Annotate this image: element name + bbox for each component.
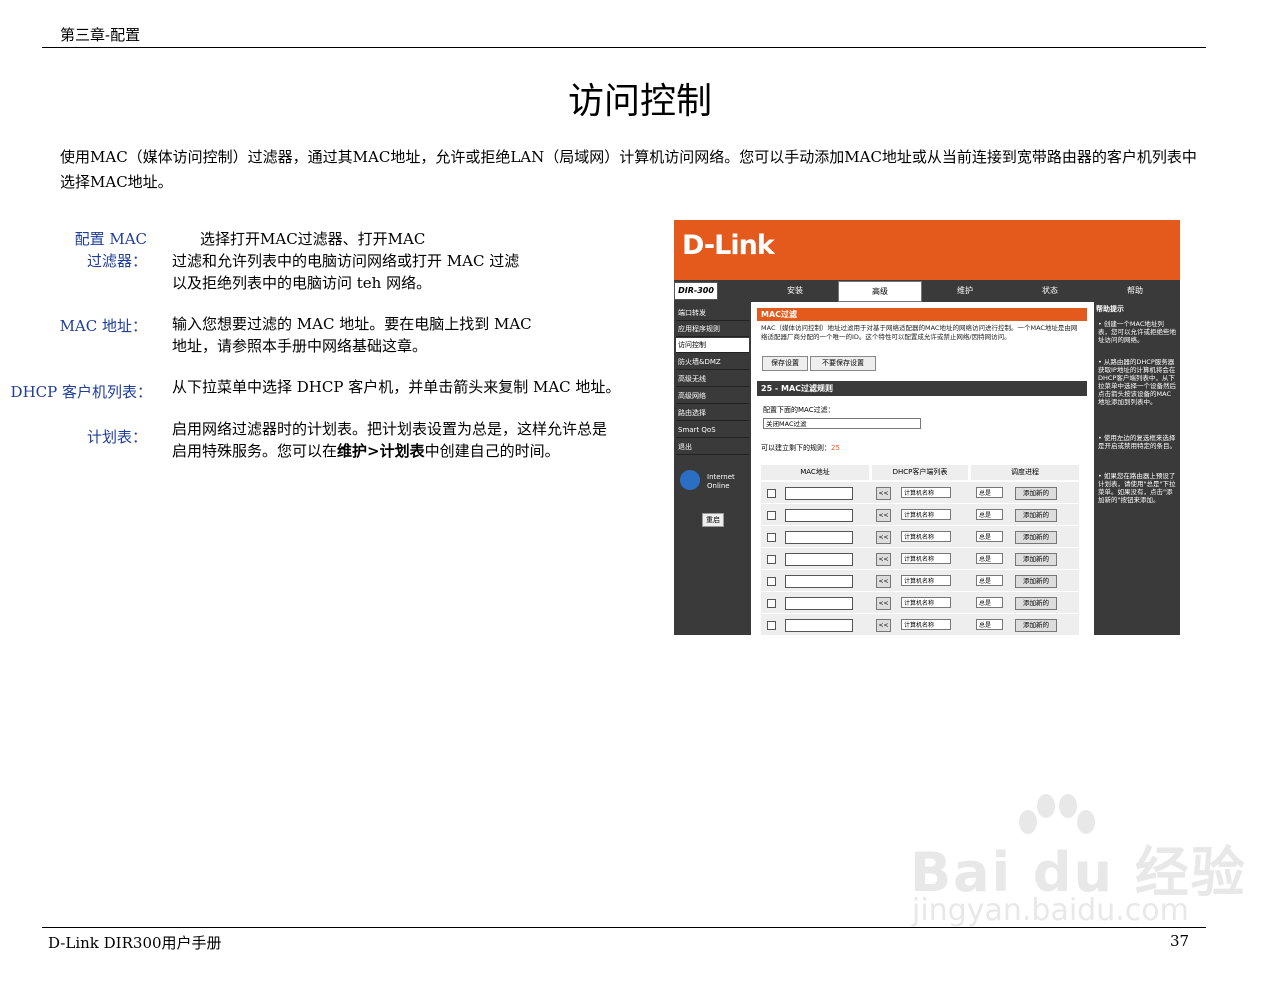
- rule-enable-checkbox[interactable]: [767, 555, 776, 564]
- mac-address-input[interactable]: [785, 575, 853, 588]
- add-new-schedule-button[interactable]: 添加新的: [1015, 487, 1057, 500]
- remaining-rules: 可以建立剩下的规则：25: [761, 444, 840, 452]
- internet-online-label: Internet Online: [707, 473, 735, 490]
- copy-mac-button[interactable]: <<: [876, 597, 891, 610]
- schedule-select[interactable]: 总是: [976, 575, 1003, 586]
- copy-mac-button[interactable]: <<: [876, 487, 891, 500]
- mac-address-input[interactable]: [785, 531, 853, 544]
- dhcp-client-select[interactable]: 计算机名称: [901, 553, 951, 564]
- dlink-logo: D-Link: [682, 230, 775, 261]
- mac-address-input[interactable]: [785, 597, 853, 610]
- page-number: 37: [1170, 932, 1190, 950]
- tab-status[interactable]: 状态: [1009, 281, 1091, 300]
- dhcp-client-select[interactable]: 计算机名称: [901, 619, 951, 630]
- footer-manual-title: D-Link DIR300用户手册: [48, 934, 222, 952]
- add-new-schedule-button[interactable]: 添加新的: [1015, 531, 1057, 544]
- internet-online-icon: [680, 470, 700, 490]
- rule-enable-checkbox[interactable]: [767, 599, 776, 608]
- chapter-header: 第三章-配置: [60, 26, 141, 44]
- nav-access-control[interactable]: 访问控制: [676, 338, 749, 353]
- nav-advanced-network[interactable]: 高级网络: [676, 389, 749, 404]
- tab-help[interactable]: 帮助: [1094, 281, 1176, 300]
- desc-schedule: 启用网络过滤器时的计划表。把计划表设置为总是，这样允许总是 启用特殊服务。您可以…: [172, 420, 608, 460]
- schedule-path: 维护>计划表: [337, 442, 425, 460]
- save-settings-button[interactable]: 保存设置: [762, 356, 808, 371]
- add-new-schedule-button[interactable]: 添加新的: [1015, 509, 1057, 522]
- page-title: 访问控制: [567, 81, 712, 122]
- reboot-button[interactable]: 重启: [702, 513, 724, 527]
- rule-enable-checkbox[interactable]: [767, 489, 776, 498]
- copy-mac-button[interactable]: <<: [876, 575, 891, 588]
- term-mac-filter-line2: 过滤器：: [86, 252, 147, 270]
- nav-routing[interactable]: 路由选择: [676, 406, 749, 421]
- desc-mac-address: 输入您想要过滤的 MAC 地址。要在电脑上找到 MAC 地址，请参照本手册中网络…: [172, 315, 532, 355]
- help-panel: [1094, 302, 1180, 635]
- term-dhcp-list: DHCP 客户机列表：: [10, 383, 152, 401]
- copy-mac-button[interactable]: <<: [876, 619, 891, 632]
- nav-smart-qos[interactable]: Smart QoS: [676, 423, 749, 438]
- footer-divider: [42, 927, 1206, 928]
- copy-mac-button[interactable]: <<: [876, 509, 891, 522]
- dhcp-client-select[interactable]: 计算机名称: [901, 509, 951, 520]
- schedule-select[interactable]: 总是: [976, 619, 1003, 630]
- term-schedule: 计划表：: [86, 428, 147, 446]
- add-new-schedule-button[interactable]: 添加新的: [1015, 575, 1057, 588]
- help-title: 帮助提示: [1096, 305, 1124, 313]
- schedule-select[interactable]: 总是: [976, 509, 1003, 520]
- term-mac-filter-line1: 配置 MAC: [74, 230, 147, 248]
- mac-address-input[interactable]: [785, 509, 853, 522]
- nav-logout[interactable]: 退出: [676, 440, 749, 455]
- schedule-select[interactable]: 总是: [976, 597, 1003, 608]
- help-tip-1: • 创建一个MAC地址列表，您可以允许或拒绝些地址访问的网络。: [1098, 320, 1176, 344]
- col-schedule: 调度进程: [971, 465, 1079, 480]
- schedule-select[interactable]: 总是: [976, 553, 1003, 564]
- col-mac-address: MAC地址: [761, 465, 869, 480]
- add-new-schedule-button[interactable]: 添加新的: [1015, 619, 1057, 632]
- router-screenshot: D-Link DIR-300 安装 高级 维护 状态 帮助 端口转发 应用程序规…: [674, 220, 1180, 635]
- help-tip-3: • 使用左边的复选框来选择是开启或禁用特定的条目。: [1098, 434, 1176, 450]
- rule-enable-checkbox[interactable]: [767, 621, 776, 630]
- baidu-watermark-url: jingyan.baidu.com: [912, 893, 1189, 928]
- intro-paragraph: 使用MAC（媒体访问控制）过滤器，通过其MAC地址，允许或拒绝LAN（局域网）计…: [60, 148, 1197, 191]
- dhcp-client-select[interactable]: 计算机名称: [901, 487, 951, 498]
- dhcp-client-select[interactable]: 计算机名称: [901, 531, 951, 542]
- rule-enable-checkbox[interactable]: [767, 577, 776, 586]
- rules-heading: 25 - MAC过滤规则: [757, 381, 1087, 396]
- copy-mac-button[interactable]: <<: [876, 531, 891, 544]
- term-mac-address: MAC 地址：: [59, 317, 147, 335]
- dont-save-button[interactable]: 不要保存设置: [810, 356, 876, 371]
- schedule-select[interactable]: 总是: [976, 487, 1003, 498]
- add-new-schedule-button[interactable]: 添加新的: [1015, 553, 1057, 566]
- nav-application-rules[interactable]: 应用程序规则: [676, 322, 749, 337]
- tab-maintenance[interactable]: 维护: [924, 281, 1006, 300]
- add-new-schedule-button[interactable]: 添加新的: [1015, 597, 1057, 610]
- tab-setup[interactable]: 安装: [754, 281, 836, 300]
- rule-enable-checkbox[interactable]: [767, 533, 776, 542]
- nav-firewall-dmz[interactable]: 防火墙&DMZ: [676, 355, 749, 370]
- help-tip-2: • 从路由器的DHCP服务器获取IP地址的计算机将会在DHCP客户端列表中，从下…: [1098, 358, 1176, 406]
- header-divider: [42, 47, 1206, 48]
- col-dhcp-list: DHCP客户端列表: [872, 465, 968, 480]
- mac-filter-mode-select[interactable]: 关闭MAC过滤: [763, 418, 921, 429]
- remaining-count: 25: [831, 444, 840, 452]
- rule-enable-checkbox[interactable]: [767, 511, 776, 520]
- copy-mac-button[interactable]: <<: [876, 553, 891, 566]
- mac-filter-description: MAC（媒体访问控制）地址过滤用于对基于网络适配器的MAC地址的网络访问进行控制…: [761, 324, 1078, 341]
- configure-label: 配置下面的MAC过滤：: [763, 406, 835, 414]
- desc-mac-filter: 选择打开MAC过滤器、打开MAC 过滤和允许列表中的电脑访问网络或打开 MAC …: [172, 230, 520, 292]
- desc-dhcp-list: 从下拉菜单中选择 DHCP 客户机，并单击箭头来复制 MAC 地址。: [172, 378, 621, 396]
- schedule-select[interactable]: 总是: [976, 531, 1003, 542]
- mac-address-input[interactable]: [785, 487, 853, 500]
- nav-port-forwarding[interactable]: 端口转发: [676, 306, 749, 321]
- term-mac-filter: 配置 MAC 过滤器：: [60, 228, 147, 272]
- model-label: DIR-300: [674, 282, 718, 300]
- mac-address-input[interactable]: [785, 619, 853, 632]
- nav-advanced-wireless[interactable]: 高级无线: [676, 372, 749, 387]
- mac-filter-heading: MAC过滤: [757, 308, 1087, 321]
- dhcp-client-select[interactable]: 计算机名称: [901, 575, 951, 586]
- mac-address-input[interactable]: [785, 553, 853, 566]
- help-tip-4: • 如果您在路由器上预设了计划表，请使用"总是"下拉菜单。如果没有，点击"添加新…: [1098, 472, 1176, 504]
- tab-advanced[interactable]: 高级: [838, 281, 922, 302]
- dhcp-client-select[interactable]: 计算机名称: [901, 597, 951, 608]
